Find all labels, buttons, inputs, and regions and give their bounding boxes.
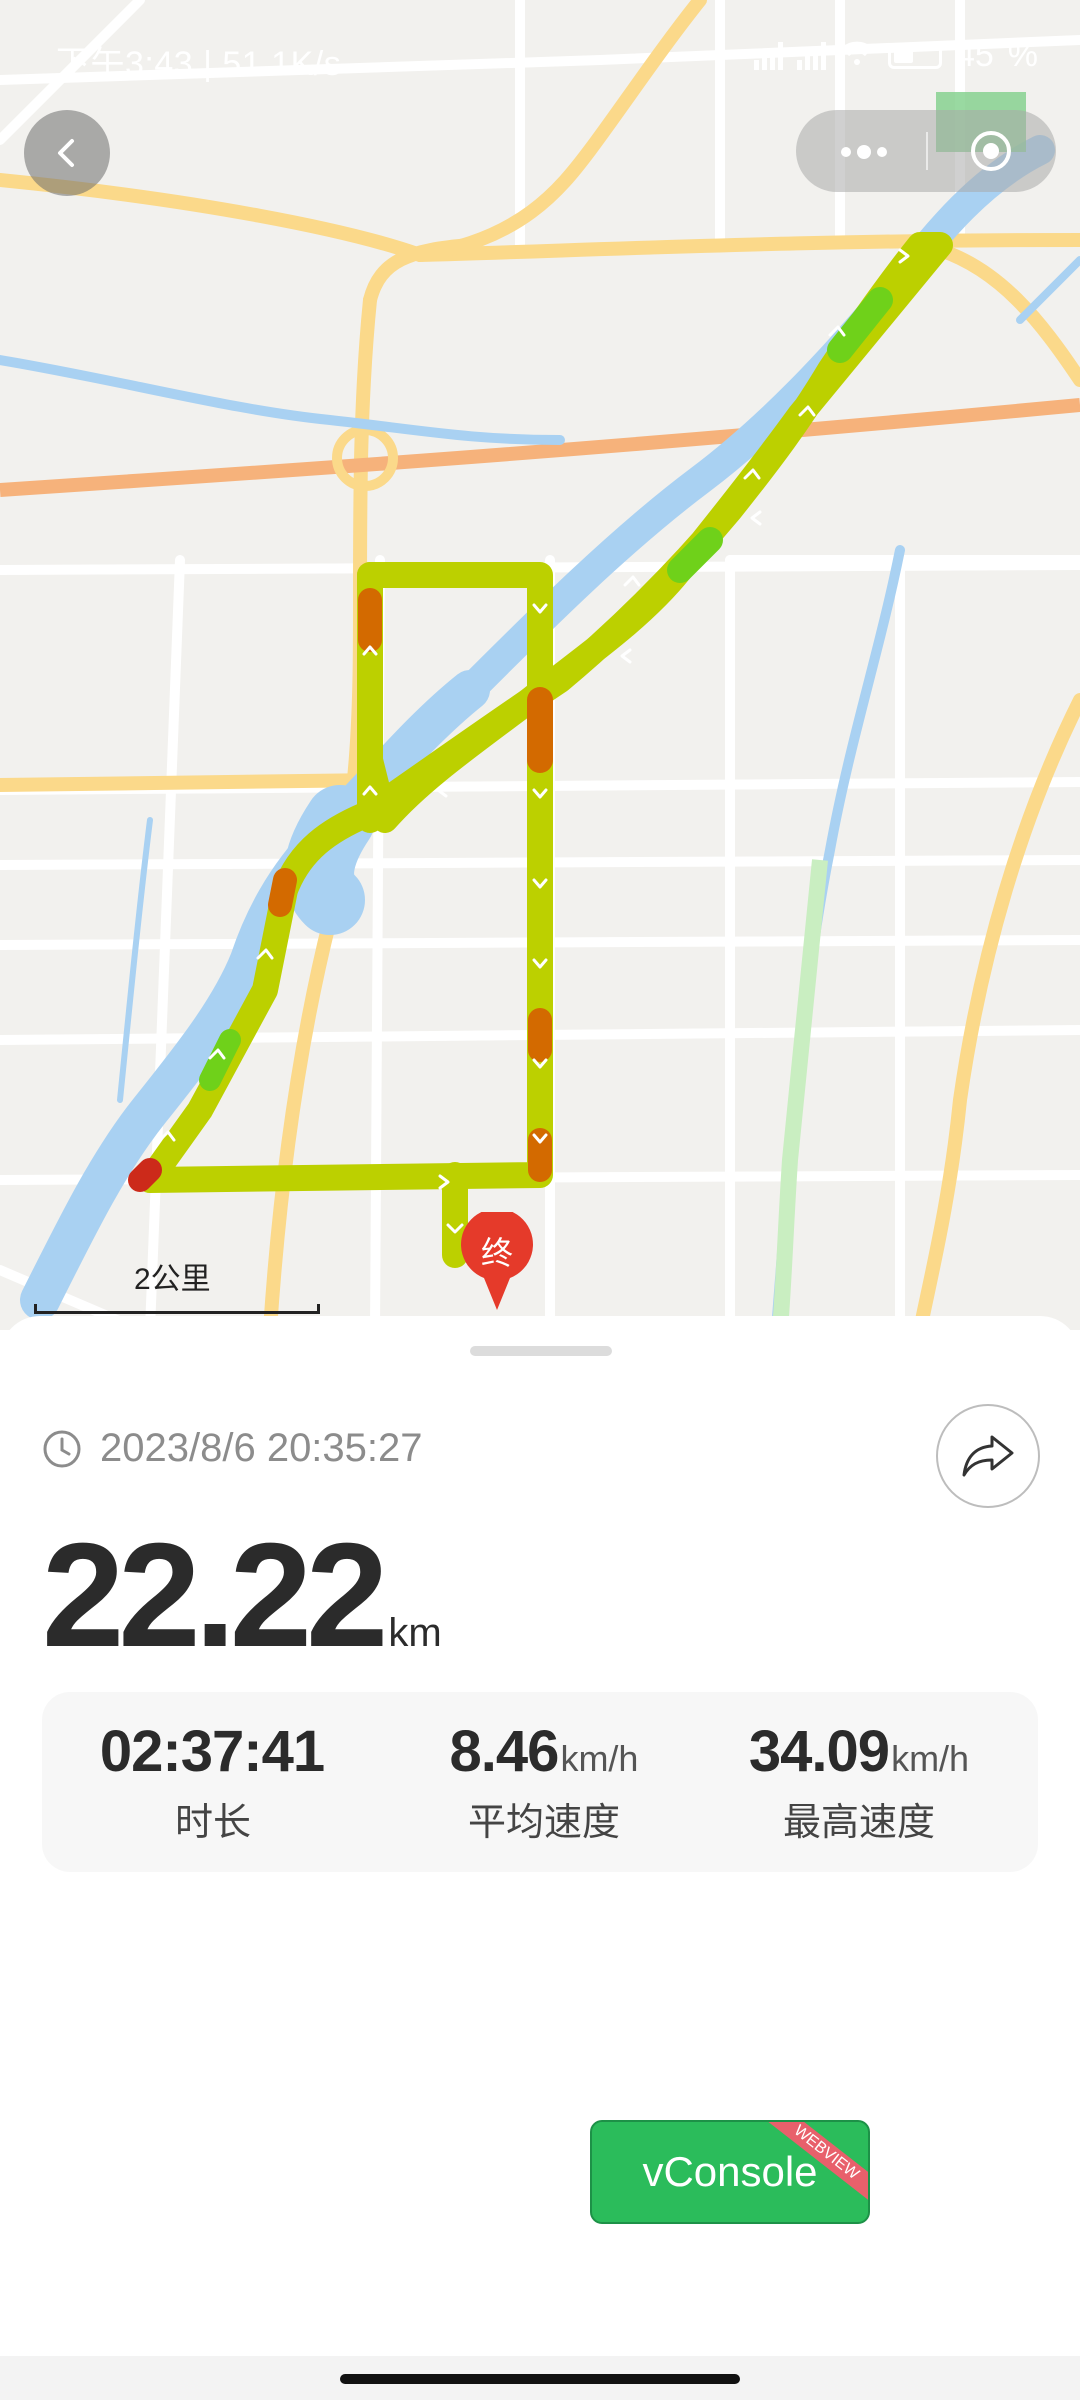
scale-label: 2公里: [134, 1263, 211, 1296]
stat-max-speed-unit: km/h: [891, 1738, 970, 1779]
stat-duration-value: 02:37:41: [99, 1719, 325, 1784]
wifi-icon: [840, 36, 874, 75]
status-icons: 45%: [753, 36, 1038, 75]
more-button[interactable]: [834, 132, 894, 171]
stat-max-speed-label: 最高速度: [782, 1802, 935, 1844]
distance-unit: km: [388, 1611, 442, 1655]
share-button[interactable]: [936, 1404, 1040, 1508]
battery-percent: 45: [955, 36, 994, 74]
track-detail-sheet: 2023/8/6 20:35:27 22.22 km 02:37:41 时长 8.…: [0, 1316, 1080, 2400]
vconsole-button[interactable]: vConsole WEBVIEW: [590, 2120, 870, 2224]
status-bar: 下午3:43 | 51.1K/s 45%: [0, 0, 1080, 110]
home-indicator[interactable]: [340, 2374, 740, 2384]
stat-duration-label: 时长: [174, 1802, 251, 1844]
status-time-speed: 下午3:43 | 51.1K/s: [56, 45, 342, 83]
signal-icon: [753, 41, 783, 70]
stat-avg-speed-unit: km/h: [560, 1738, 639, 1779]
stat-duration: 02:37:41 时长: [98, 1718, 328, 1846]
chevron-left-icon: [58, 139, 74, 167]
route-track: [128, 232, 953, 1268]
total-distance: 22.22 km: [42, 1511, 442, 1681]
mini-program-capsule: [796, 110, 1056, 192]
battery-percent-sign: %: [1007, 36, 1038, 74]
vconsole-label: vConsole: [642, 2148, 818, 2195]
stat-max-speed-value: 34.09: [748, 1719, 890, 1784]
map-canvas: [0, 0, 1080, 1330]
scale-bar: [34, 1304, 320, 1314]
sheet-drag-handle[interactable]: [470, 1346, 612, 1356]
share-icon: [962, 1435, 1014, 1477]
capsule-divider: [926, 132, 928, 170]
route-map[interactable]: 2公里 终: [0, 0, 1080, 1330]
end-marker-label: 终: [481, 1234, 513, 1272]
stat-avg-speed-value: 8.46: [449, 1719, 560, 1784]
home-indicator-bar: [0, 2356, 1080, 2400]
stat-avg-speed: 8.46km/h 平均速度: [414, 1718, 674, 1846]
back-button[interactable]: [24, 110, 110, 196]
target-icon: [971, 131, 1011, 171]
end-marker[interactable]: 终: [458, 1212, 536, 1312]
battery-icon: [887, 42, 942, 69]
more-dots-icon: [841, 145, 887, 159]
track-datetime: 2023/8/6 20:35:27: [42, 1426, 423, 1471]
clock-icon: [43, 1430, 81, 1467]
distance-value: 22.22: [42, 1513, 388, 1678]
stats-panel: 02:37:41 时长 8.46km/h 平均速度 34.09km/h 最高速度: [42, 1692, 1038, 1872]
signal-icon-2: [796, 41, 826, 70]
stat-max-speed: 34.09km/h 最高速度: [714, 1718, 1004, 1846]
stat-avg-speed-label: 平均速度: [467, 1802, 620, 1844]
close-button[interactable]: [968, 128, 1014, 174]
datetime-text: 2023/8/6 20:35:27: [100, 1426, 423, 1470]
